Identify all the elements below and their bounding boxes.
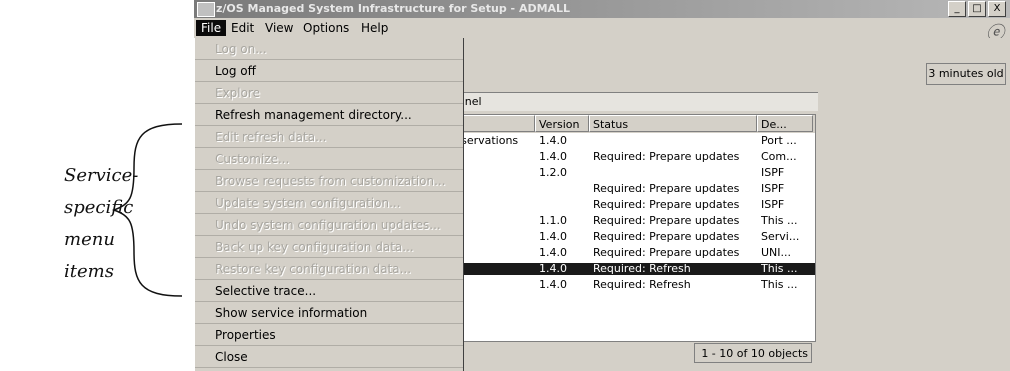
menu-options[interactable]: Options (298, 20, 354, 36)
cell-status: Required: Prepare updates (593, 231, 740, 243)
file-menu-dropdown: Log on... Log off Explore Refresh managemen… (194, 38, 464, 371)
annotation-line: menu (64, 229, 115, 250)
menu-item-properties[interactable]: Properties (195, 324, 463, 346)
menu-item-customize: Customize... (195, 148, 463, 170)
menu-item-show-service-information[interactable]: Show service information (195, 302, 463, 324)
cell-version: 1.2.0 (539, 167, 567, 179)
menu-edit[interactable]: Edit (226, 20, 259, 36)
menu-file[interactable]: File (196, 20, 227, 36)
menu-item-selective-trace[interactable]: Selective trace... (195, 280, 463, 302)
cell-version: 1.1.0 (539, 215, 567, 227)
cell-description: Com... (761, 151, 797, 163)
cell-description: This ... (761, 215, 798, 227)
cell-description: UNI... (761, 247, 792, 259)
cell-status: Required: Refresh (593, 279, 691, 291)
menu-item-log-on: Log on... (195, 38, 463, 60)
window-title: z/OS Managed System Infrastructure for S… (216, 2, 571, 15)
column-header-version[interactable]: Version (535, 115, 589, 132)
cell-version: 1.4.0 (539, 135, 567, 147)
menu-item-explore: Explore (195, 82, 463, 104)
cell-description: ISPF (761, 167, 785, 179)
cell-version: 1.4.0 (539, 279, 567, 291)
window-controls: _ □ X (948, 1, 1006, 17)
cell-description: Servi... (761, 231, 800, 243)
menu-help[interactable]: Help (356, 20, 393, 36)
title-bar[interactable]: z/OS Managed System Infrastructure for S… (194, 0, 1010, 18)
cell-description: This ... (761, 263, 798, 275)
cell-status: Required: Prepare updates (593, 183, 740, 195)
menu-item-refresh-management-directory[interactable]: Refresh management directory... (195, 104, 463, 126)
cell-version: 1.4.0 (539, 151, 567, 163)
menu-bar: File Edit View Options Help ⓔ (194, 18, 1010, 44)
menu-item-undo-system-configuration-updates: Undo system configuration updates... (195, 214, 463, 236)
menu-view[interactable]: View (260, 20, 298, 36)
cell-status: Required: Prepare updates (593, 215, 740, 227)
menu-item-log-off[interactable]: Log off (195, 60, 463, 82)
cell-description: ISPF (761, 199, 785, 211)
menu-item-restore-key-configuration-data: Restore key configuration data... (195, 258, 463, 280)
minimize-button[interactable]: _ (948, 1, 966, 17)
annotation-line: Service- (64, 165, 139, 186)
cell-status: Required: Prepare updates (593, 151, 740, 163)
cell-version: 1.4.0 (539, 263, 567, 275)
menu-item-update-system-configuration: Update system configuration... (195, 192, 463, 214)
maximize-button[interactable]: □ (968, 1, 986, 17)
menu-item-edit-refresh-data: Edit refresh data... (195, 126, 463, 148)
annotation-line: items (64, 261, 114, 282)
cell-version: 1.4.0 (539, 247, 567, 259)
cell-description: ISPF (761, 183, 785, 195)
cell-status: Required: Refresh (593, 263, 691, 275)
app-logo-icon (197, 2, 215, 17)
column-header-description[interactable]: De... (757, 115, 813, 132)
menu-item-back-up-key-configuration-data: Back up key configuration data... (195, 236, 463, 258)
object-count: 1 - 10 of 10 objects (694, 343, 812, 363)
menu-item-browse-requests-from-customization: Browse requests from customization... (195, 170, 463, 192)
cell-status: Required: Prepare updates (593, 199, 740, 211)
annotation-line: specific (64, 197, 134, 218)
cell-description: Port ... (761, 135, 797, 147)
column-header-status[interactable]: Status (589, 115, 757, 132)
menu-item-close[interactable]: Close (195, 346, 463, 368)
cell-status: Required: Prepare updates (593, 247, 740, 259)
cell-version: 1.4.0 (539, 231, 567, 243)
cell-description: This ... (761, 279, 798, 291)
data-age-indicator: 3 minutes old (926, 63, 1006, 85)
annotation-text: Service- specific menu items (64, 160, 138, 288)
close-button[interactable]: X (988, 1, 1006, 17)
